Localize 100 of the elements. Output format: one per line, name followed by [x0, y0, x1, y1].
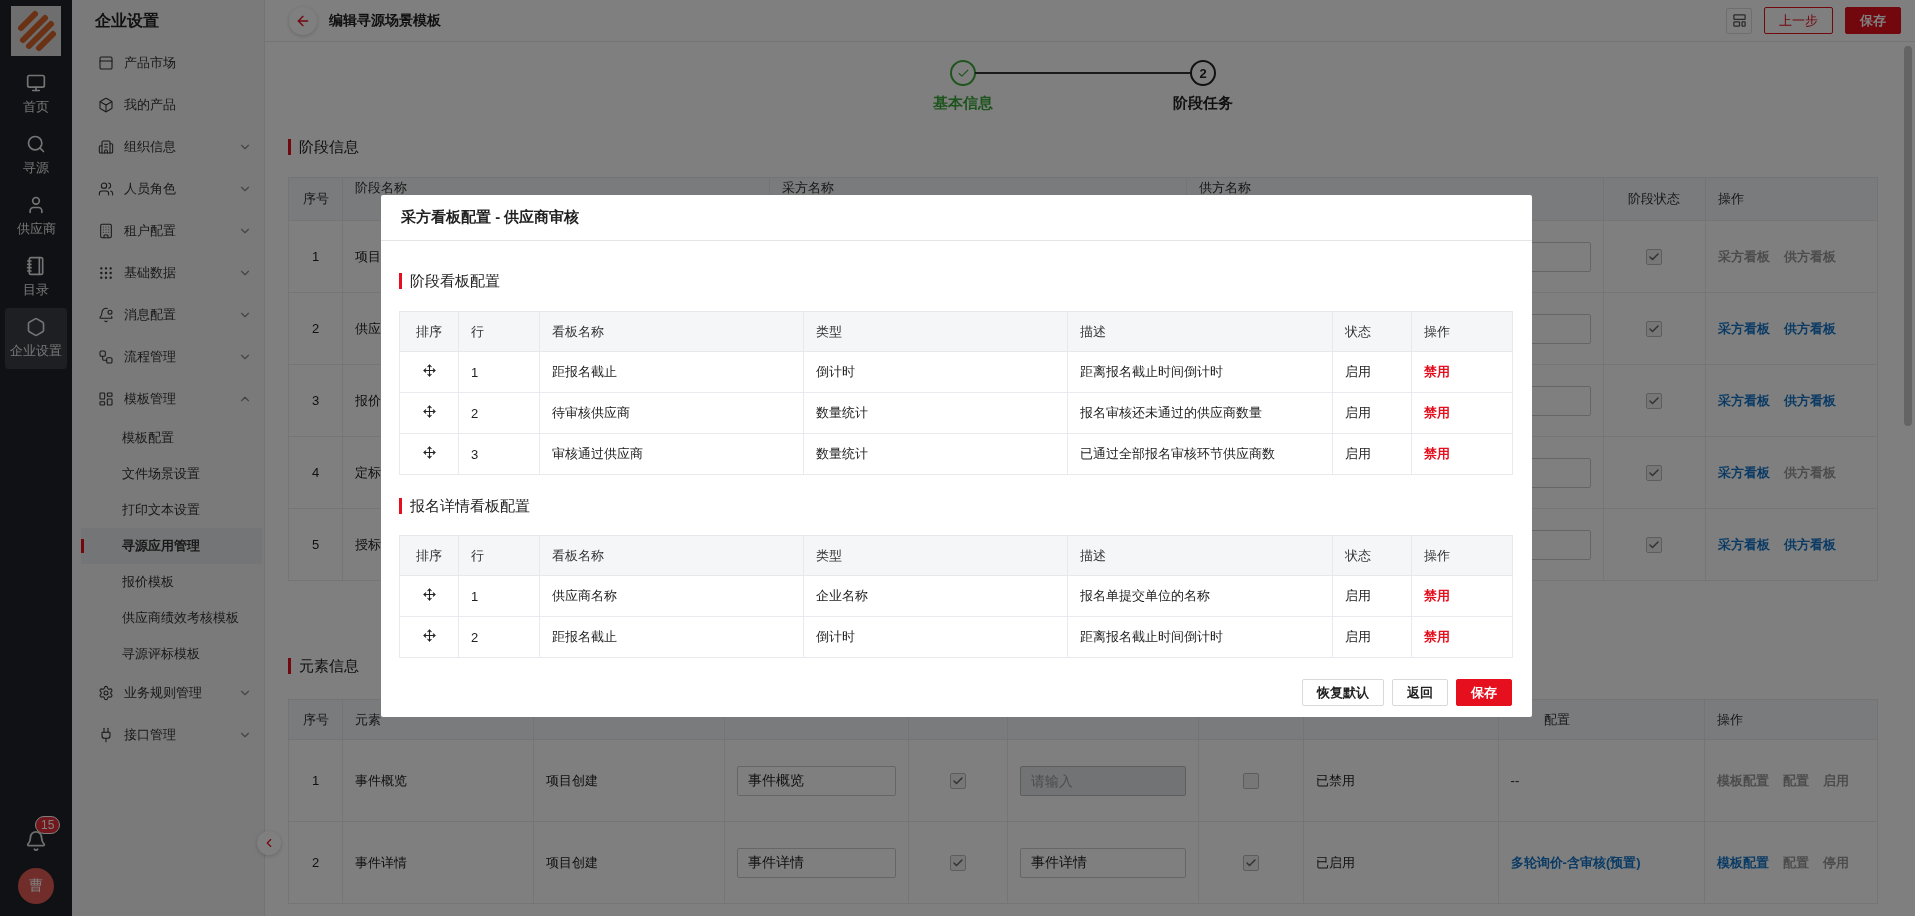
drag-handle-icon[interactable] — [422, 588, 436, 601]
table-cell: 距报名截止 — [539, 351, 804, 393]
checkbox[interactable] — [1646, 392, 1663, 409]
table-cell: 2 — [458, 616, 540, 658]
column-header: 行 — [458, 535, 540, 576]
sidebar-item[interactable]: 基础数据 — [81, 252, 262, 294]
disable-link[interactable]: 禁用 — [1424, 446, 1450, 461]
rail-item[interactable]: 首页 — [5, 64, 67, 125]
sidebar-item[interactable]: 接口管理 — [81, 714, 262, 756]
checkbox[interactable] — [1646, 248, 1663, 265]
notification-icon[interactable] — [25, 830, 47, 852]
text-input[interactable]: 事件详情 — [1020, 847, 1186, 878]
drag-handle-icon[interactable] — [422, 405, 436, 418]
disable-link[interactable]: 禁用 — [1424, 405, 1450, 420]
table-cell: 2 — [288, 821, 343, 904]
column-header: 序号 — [288, 699, 343, 740]
sidebar-item[interactable]: 业务规则管理 — [81, 672, 262, 714]
action-link[interactable]: 供方看板 — [1783, 320, 1836, 336]
checkmark-icon — [1244, 856, 1257, 869]
table-cell: 距离报名截止时间倒计时 — [1067, 351, 1333, 393]
action-link[interactable]: 供方看板 — [1783, 392, 1836, 408]
rail-item[interactable]: 目录 — [5, 247, 67, 308]
sidebar-item[interactable]: 我的产品 — [81, 84, 262, 126]
page-title: 编辑寻源场景模板 — [329, 11, 442, 30]
flow-icon — [98, 349, 114, 365]
header-button[interactable]: 保存 — [1845, 7, 1901, 34]
table-cell: 项目创建 — [533, 739, 725, 822]
table-cell: 倒计时 — [803, 616, 1068, 658]
action-link[interactable]: 采方看板 — [1717, 536, 1770, 552]
back-button[interactable] — [289, 6, 317, 35]
rail-item[interactable]: 寻源 — [5, 125, 67, 186]
dialog-button[interactable]: 保存 — [1456, 679, 1512, 706]
sidebar-item[interactable]: 租户配置 — [81, 210, 262, 252]
sidebar-item[interactable]: 产品市场 — [81, 42, 262, 84]
notebook-icon — [26, 256, 46, 276]
dialog-button[interactable]: 恢复默认 — [1302, 679, 1384, 706]
sidebar-subitem[interactable]: 打印文本设置 — [81, 492, 262, 528]
sidebar-subitem[interactable]: 寻源评标模板 — [81, 636, 262, 672]
drag-handle-icon[interactable] — [422, 629, 436, 642]
sidebar-subitem[interactable]: 寻源应用管理 — [81, 528, 262, 564]
table-cell: 3 — [458, 433, 540, 475]
drag-handle-icon[interactable] — [422, 364, 436, 377]
checkbox[interactable] — [950, 772, 967, 789]
rail-item[interactable]: 企业设置 — [5, 308, 67, 369]
layout-button[interactable] — [1726, 7, 1752, 34]
table-cell: 距离报名截止时间倒计时 — [1067, 616, 1333, 658]
search-icon — [26, 134, 46, 154]
table-cell: 事件概览 — [342, 739, 534, 822]
column-header: 行 — [458, 311, 540, 352]
action-link[interactable]: 供方看板 — [1783, 536, 1836, 552]
dots-icon — [98, 265, 114, 281]
text-input[interactable]: 事件概览 — [736, 765, 897, 796]
dialog-title: 采方看板配置 - 供应商审核 — [381, 195, 1532, 241]
checkbox[interactable] — [1646, 464, 1663, 481]
column-header: 配置 — [1498, 699, 1705, 740]
dialog-button[interactable]: 返回 — [1392, 679, 1448, 706]
sidebar-item[interactable]: 消息配置 — [81, 294, 262, 336]
sidebar-item[interactable]: 模板管理 — [81, 378, 262, 420]
user-avatar[interactable]: 曹 — [18, 868, 54, 904]
checkmark-icon — [1648, 250, 1661, 263]
sidebar-subitem[interactable]: 报价模板 — [81, 564, 262, 600]
section-title: 元素信息 — [288, 658, 359, 674]
text-input[interactable]: 事件详情 — [736, 847, 897, 878]
column-header: 状态 — [1332, 535, 1412, 576]
column-header: 看板名称 — [539, 535, 804, 576]
column-header: 操作 — [1705, 177, 1878, 221]
drag-handle-icon[interactable] — [422, 446, 436, 459]
table-cell: 已通过全部报名审核环节供应商数 — [1067, 433, 1333, 475]
sidebar-subitem[interactable]: 模板配置 — [81, 420, 262, 456]
sidebar-item[interactable]: 组织信息 — [81, 126, 262, 168]
table-cell: 报名单提交单位的名称 — [1067, 575, 1333, 617]
monitor-icon — [26, 73, 46, 93]
rail-item[interactable]: 供应商 — [5, 186, 67, 247]
column-header: 阶段状态 — [1603, 177, 1706, 221]
sidebar-subitem[interactable]: 文件场景设置 — [81, 456, 262, 492]
action-link[interactable]: 采方看板 — [1717, 464, 1770, 480]
template-link[interactable]: 多轮询价-含审核(预置) — [1510, 854, 1641, 870]
checkbox[interactable] — [1646, 536, 1663, 553]
sidebar-subitem[interactable]: 供应商绩效考核模板 — [81, 600, 262, 636]
action-link[interactable]: 采方看板 — [1717, 320, 1770, 336]
table-cell: 已禁用 — [1303, 739, 1499, 822]
column-header: 操作 — [1411, 311, 1513, 352]
disable-link[interactable]: 禁用 — [1424, 588, 1450, 603]
disable-link[interactable]: 禁用 — [1424, 364, 1450, 379]
sidebar-item[interactable]: 流程管理 — [81, 336, 262, 378]
cube-icon — [98, 97, 114, 113]
disable-link[interactable]: 禁用 — [1424, 629, 1450, 644]
checkbox[interactable] — [1242, 854, 1259, 871]
step-number: 2 — [1190, 60, 1216, 86]
table-cell: 数量统计 — [803, 392, 1068, 434]
column-header: 类型 — [803, 535, 1068, 576]
header-button[interactable]: 上一步 — [1764, 7, 1833, 34]
table-cell: 项目创建 — [533, 821, 725, 904]
checkbox[interactable] — [1646, 320, 1663, 337]
action-link[interactable]: 采方看板 — [1717, 392, 1770, 408]
checkbox[interactable] — [950, 854, 967, 871]
action-link[interactable]: 模板配置 — [1717, 854, 1770, 870]
checkbox[interactable] — [1242, 772, 1259, 789]
table-cell: 1 — [458, 351, 540, 393]
sidebar-item[interactable]: 人员角色 — [81, 168, 262, 210]
